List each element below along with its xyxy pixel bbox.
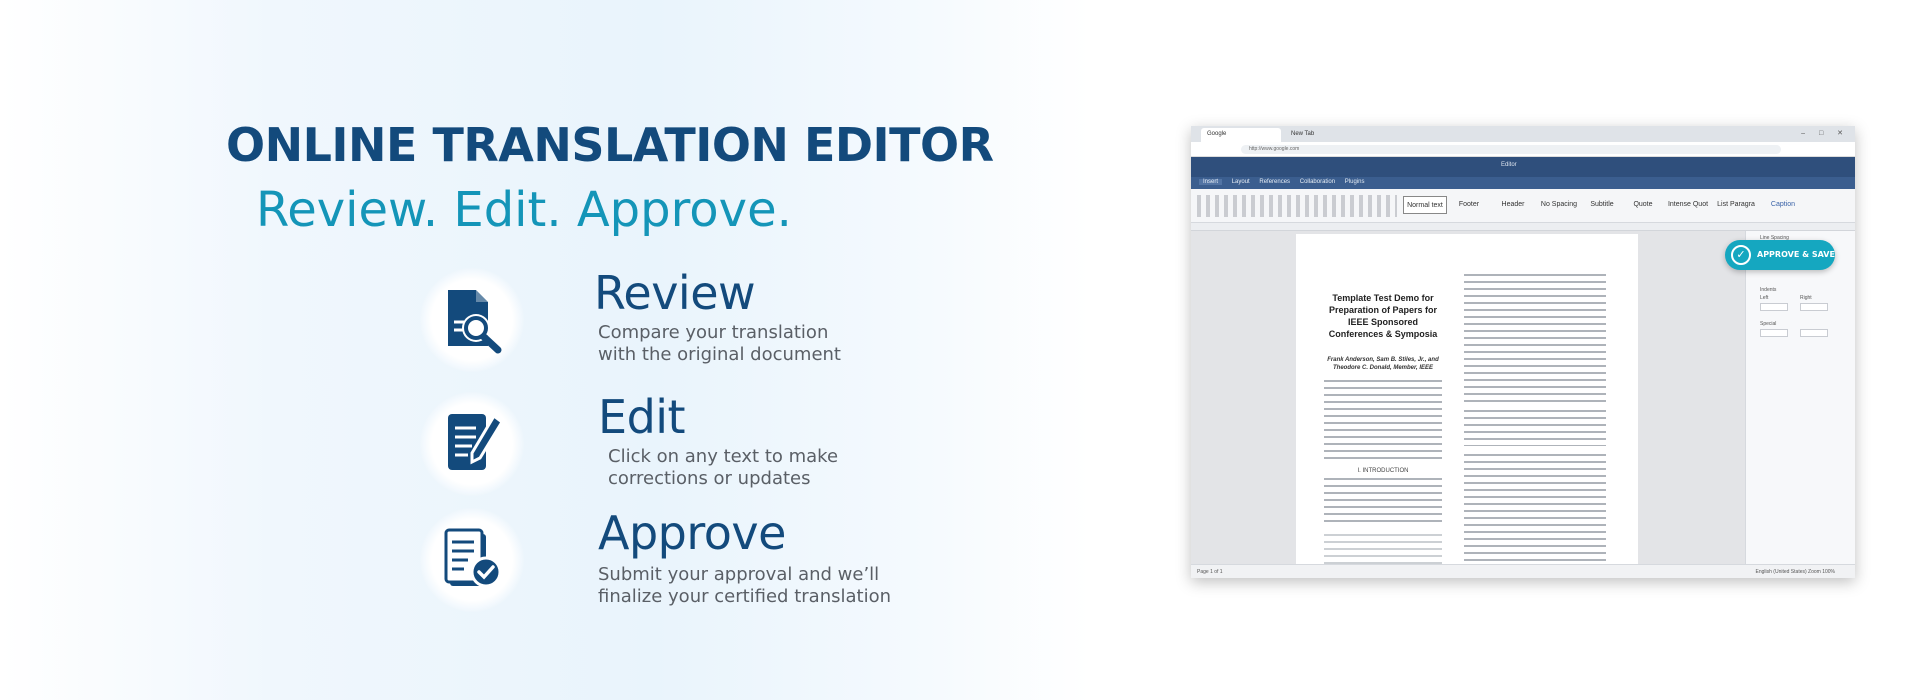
approve-icon-badge	[420, 508, 524, 612]
feature-description-line: with the original document	[598, 344, 841, 365]
formatting-toolbar[interactable]	[1197, 195, 1397, 217]
special-indent-select[interactable]	[1760, 329, 1788, 337]
menu-item[interactable]: Collaboration	[1300, 179, 1335, 185]
edit-icon-badge	[420, 392, 524, 496]
right-column-text	[1464, 410, 1606, 446]
feature-description-line: corrections or updates	[608, 468, 811, 489]
browser-address-row: http://www.google.com	[1191, 142, 1855, 157]
paper-title: Template Test Demo for Preparation of Pa…	[1328, 293, 1438, 339]
editor-ribbon: Normal text Footer Header No Spacing Sub…	[1191, 189, 1855, 223]
style-preset[interactable]: List Paragra	[1713, 196, 1759, 214]
paper-authors: Frank Anderson, Sam B. Stiles, Jr., and …	[1327, 357, 1439, 371]
editor-header: Editor	[1191, 157, 1855, 177]
panel-label: Special	[1760, 321, 1777, 327]
abstract-text	[1324, 380, 1442, 464]
feature-title: Edit	[598, 390, 686, 444]
menu-item[interactable]: Plugins	[1345, 179, 1365, 185]
panel-label: Left	[1760, 295, 1769, 301]
panel-label: Indents	[1760, 287, 1777, 293]
feature-description-line: finalize your certified translation	[598, 586, 891, 607]
review-icon-badge	[420, 268, 524, 372]
magnifier-document-icon	[448, 290, 502, 354]
special-indent-value[interactable]	[1800, 329, 1828, 337]
style-preset[interactable]: Header	[1493, 196, 1533, 214]
approve-and-save-button[interactable]: ✓ APPROVE & SAVE	[1725, 240, 1835, 270]
right-column-text	[1464, 274, 1606, 402]
panel-label: Right	[1800, 295, 1812, 301]
feature-description-line: Compare your translation	[598, 322, 829, 343]
editor-title: Editor	[1501, 162, 1517, 168]
menu-item[interactable]: Insert	[1199, 179, 1223, 185]
indent-left-field[interactable]	[1760, 303, 1788, 311]
style-preset[interactable]: Subtitle	[1583, 196, 1621, 214]
menu-item[interactable]: References	[1259, 179, 1290, 185]
right-column-text	[1464, 454, 1606, 574]
section-heading: I. INTRODUCTION	[1357, 468, 1409, 474]
document-canvas: Template Test Demo for Preparation of Pa…	[1191, 231, 1745, 574]
feature-description-line: Submit your approval and we’ll	[598, 564, 880, 585]
editor-menu-bar: Insert Layout References Collaboration P…	[1191, 177, 1855, 189]
document-page[interactable]: Template Test Demo for Preparation of Pa…	[1296, 234, 1638, 574]
editor-screenshot: Google New Tab – □ ✕ http://www.google.c…	[1191, 126, 1855, 578]
page-title: ONLINE TRANSLATION EDITOR	[226, 118, 994, 172]
feature-description-line: Click on any text to make	[608, 446, 839, 467]
browser-tab-bar: Google New Tab – □ ✕	[1191, 126, 1855, 142]
style-preset[interactable]: Intense Quot	[1665, 196, 1711, 214]
check-icon: ✓	[1731, 245, 1751, 265]
status-bar: Page 1 of 1 English (United States) Zoom…	[1191, 564, 1855, 578]
browser-tab-active[interactable]: Google	[1201, 128, 1281, 142]
checkmark-document-icon	[444, 528, 502, 588]
indent-right-field[interactable]	[1800, 303, 1828, 311]
style-preset[interactable]: Normal text	[1403, 196, 1447, 214]
window-controls[interactable]: – □ ✕	[1801, 129, 1849, 137]
style-preset[interactable]: Caption	[1763, 196, 1803, 214]
style-preset[interactable]: Quote	[1625, 196, 1661, 214]
browser-tab-inactive[interactable]: New Tab	[1285, 128, 1365, 142]
page-count: Page 1 of 1	[1197, 569, 1223, 575]
address-bar[interactable]: http://www.google.com	[1241, 145, 1781, 154]
paragraph-settings-panel: Line Spacing Indents Left Right Special	[1745, 231, 1855, 564]
page-subtitle: Review. Edit. Approve.	[256, 182, 792, 238]
pen-document-icon	[448, 413, 504, 470]
ruler	[1191, 223, 1855, 231]
menu-item[interactable]: Layout	[1232, 179, 1250, 185]
style-preset[interactable]: No Spacing	[1537, 196, 1581, 214]
style-preset[interactable]: Footer	[1449, 196, 1489, 214]
status-right: English (United States) Zoom 100%	[1755, 569, 1835, 575]
approve-and-save-label: APPROVE & SAVE	[1757, 250, 1835, 259]
feature-title: Review	[594, 266, 756, 320]
feature-title: Approve	[598, 506, 786, 560]
background-glow	[0, 0, 1090, 700]
intro-text	[1324, 478, 1442, 526]
